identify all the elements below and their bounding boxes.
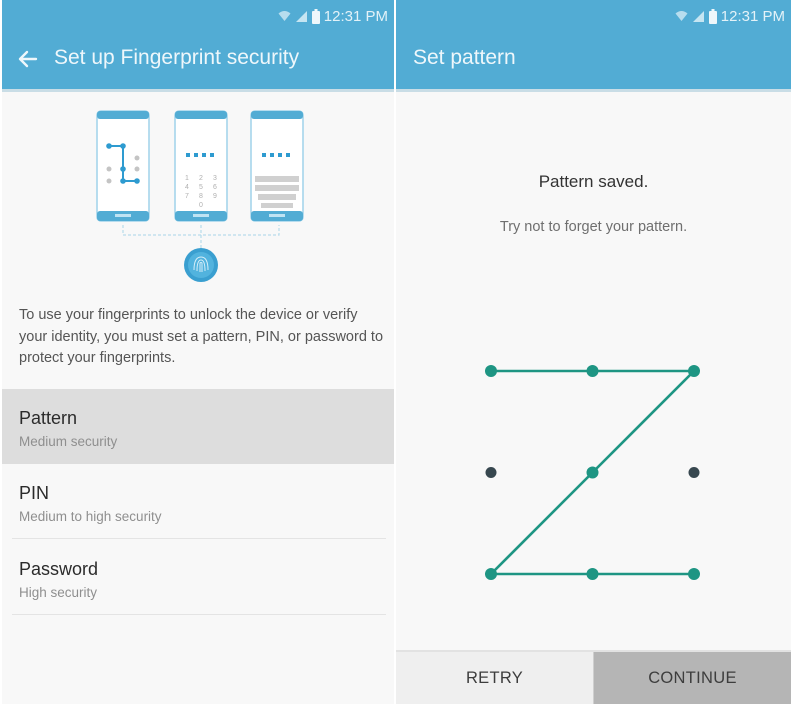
option-subtitle: High security bbox=[19, 585, 98, 600]
pin-key: 2 bbox=[199, 175, 203, 182]
status-bar: 12:31 PM bbox=[278, 6, 388, 26]
option-title: Password bbox=[19, 559, 99, 579]
pin-key: 5 bbox=[199, 184, 203, 191]
pattern-saved-message: Pattern saved. bbox=[538, 172, 649, 191]
option-password[interactable]: Password High security bbox=[2, 540, 394, 615]
signal-icon bbox=[692, 10, 705, 23]
fingerprint-icon bbox=[184, 248, 218, 282]
pin-key: 9 bbox=[213, 193, 217, 200]
pattern-node-inactive[interactable] bbox=[688, 467, 700, 478]
status-time: 12:31 PM bbox=[720, 7, 785, 25]
pattern-node-active[interactable] bbox=[688, 365, 700, 377]
option-subtitle: Medium to high security bbox=[19, 509, 162, 524]
option-subtitle: Medium security bbox=[19, 434, 118, 449]
pattern-node-active[interactable] bbox=[586, 365, 599, 377]
pattern-node-inactive[interactable] bbox=[485, 467, 497, 478]
continue-button[interactable]: CONTINUE bbox=[593, 652, 791, 704]
pin-key: 6 bbox=[213, 184, 217, 191]
page-title: Set pattern bbox=[413, 46, 516, 69]
pin-key: 0 bbox=[199, 202, 203, 209]
divider bbox=[12, 614, 386, 615]
arrow-left-icon[interactable] bbox=[16, 46, 40, 72]
option-pattern[interactable]: Pattern Medium security bbox=[2, 389, 394, 464]
app-bar-divider bbox=[396, 89, 791, 92]
phone-pin-illustration: 1 2 3 4 5 6 7 8 9 0 bbox=[174, 110, 228, 222]
pattern-grid[interactable] bbox=[470, 350, 720, 600]
pattern-node-active[interactable] bbox=[586, 568, 599, 580]
pattern-node-active[interactable] bbox=[586, 466, 599, 479]
app-bar: 12:31 PM Set up Fingerprint security bbox=[2, 0, 394, 89]
pattern-line bbox=[490, 471, 594, 575]
battery-icon bbox=[311, 8, 320, 24]
status-bar: 12:31 PM bbox=[675, 6, 785, 26]
signal-icon bbox=[295, 10, 308, 23]
status-time: 12:31 PM bbox=[323, 7, 388, 25]
pattern-node-active[interactable] bbox=[485, 365, 497, 377]
pin-key: 4 bbox=[185, 184, 189, 191]
retry-button[interactable]: RETRY bbox=[396, 652, 593, 704]
fingerprint-setup-screen: 12:31 PM Set up Fingerprint security 1 2… bbox=[2, 0, 394, 704]
app-bar-divider bbox=[2, 89, 394, 92]
pattern-node-active[interactable] bbox=[485, 568, 497, 580]
pattern-line bbox=[591, 370, 695, 474]
lock-methods-illustration: 1 2 3 4 5 6 7 8 9 0 bbox=[96, 110, 304, 282]
fingerprint-setup-description: To use your fingerprints to unlock the d… bbox=[19, 307, 384, 366]
page-title: Set up Fingerprint security bbox=[54, 46, 300, 69]
option-title: Pattern bbox=[19, 408, 78, 428]
option-title: PIN bbox=[19, 483, 50, 503]
pattern-hint: Try not to forget your pattern. bbox=[499, 219, 688, 235]
wifi-icon bbox=[278, 10, 291, 23]
divider bbox=[12, 538, 386, 539]
wifi-icon bbox=[675, 10, 688, 23]
phone-pattern-illustration bbox=[96, 110, 150, 222]
pattern-node-active[interactable] bbox=[688, 568, 700, 580]
pin-key: 1 bbox=[185, 175, 189, 182]
battery-icon bbox=[708, 8, 717, 24]
pin-key: 7 bbox=[185, 193, 189, 200]
pin-key: 8 bbox=[199, 193, 203, 200]
option-pin[interactable]: PIN Medium to high security bbox=[2, 464, 394, 539]
app-bar: 12:31 PM Set pattern bbox=[396, 0, 791, 89]
pin-key: 3 bbox=[213, 175, 217, 182]
button-bar: RETRY CONTINUE bbox=[396, 652, 791, 704]
phone-password-illustration bbox=[250, 110, 304, 222]
